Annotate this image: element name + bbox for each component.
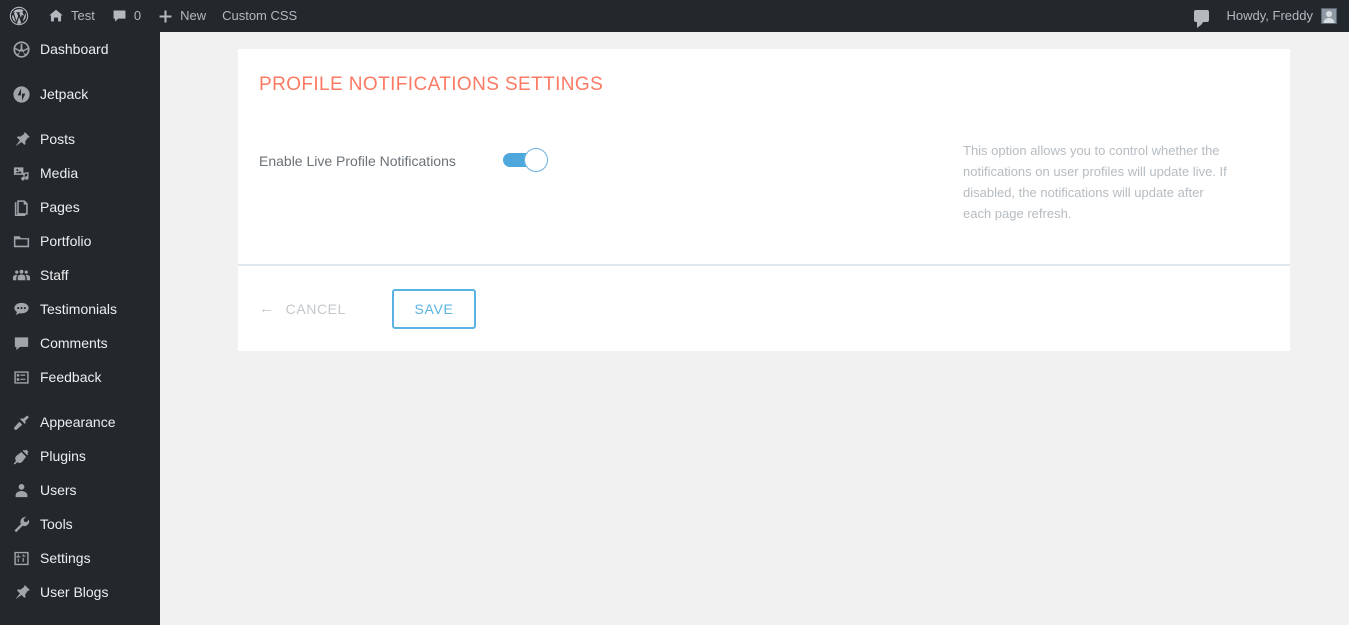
staff-group-icon	[11, 265, 31, 285]
sidebar-item-feedback[interactable]: Feedback	[0, 360, 160, 394]
sidebar-item-pages[interactable]: Pages	[0, 190, 160, 224]
sidebar-item-testimonials[interactable]: Testimonials	[0, 292, 160, 326]
comment-bubble-icon	[1193, 10, 1209, 28]
sidebar-item-label: Jetpack	[40, 86, 89, 102]
comment-bubble-icon	[111, 8, 128, 25]
sidebar-separator	[0, 394, 160, 405]
comments-count-label: 0	[133, 8, 142, 23]
setting-control-cell	[503, 128, 963, 172]
admin-bar: Test 0 New Custom CSS Howdy, Freddy	[0, 0, 1349, 32]
sidebar-item-users[interactable]: Users	[0, 473, 160, 507]
save-button[interactable]: SAVE	[392, 288, 477, 329]
wordpress-logo-button[interactable]	[0, 0, 39, 32]
sidebar-item-label: Users	[40, 482, 77, 498]
dashboard-gauge-icon	[11, 39, 31, 59]
pushpin-icon	[11, 582, 31, 602]
admin-sidebar-menu: Dashboard Jetpack Posts Media Pages Port…	[0, 32, 160, 625]
sidebar-item-label: Testimonials	[40, 301, 118, 317]
sidebar-item-portfolio[interactable]: Portfolio	[0, 224, 160, 258]
settings-options-section: Enable Live Profile Notifications This o…	[238, 96, 1290, 266]
account-menu-button[interactable]: Howdy, Freddy	[1219, 0, 1349, 32]
pushpin-icon	[11, 129, 31, 149]
sidebar-item-label: Posts	[40, 131, 76, 147]
new-content-button[interactable]: New	[149, 0, 214, 32]
comment-bubble-icon	[11, 333, 31, 353]
testimonial-quote-bubble-icon	[11, 299, 31, 319]
sidebar-item-staff[interactable]: Staff	[0, 258, 160, 292]
sidebar-item-label: Comments	[40, 335, 108, 351]
page-title: PROFILE NOTIFICATIONS SETTINGS	[259, 74, 604, 95]
setting-label: Enable Live Profile Notifications	[259, 153, 456, 169]
sidebar-separator	[0, 111, 160, 122]
arrow-left-icon: ←	[259, 300, 275, 317]
sidebar-item-label: Plugins	[40, 448, 86, 464]
sidebar-item-label: Settings	[40, 550, 91, 566]
custom-css-label: Custom CSS	[222, 8, 298, 23]
appearance-brush-icon	[11, 412, 31, 432]
users-person-icon	[11, 480, 31, 500]
sidebar-item-media[interactable]: Media	[0, 156, 160, 190]
tools-wrench-icon	[11, 514, 31, 534]
sidebar-item-jetpack[interactable]: Jetpack	[0, 77, 160, 111]
sidebar-item-user-blogs[interactable]: User Blogs	[0, 575, 160, 609]
plugins-plug-icon	[11, 446, 31, 466]
sidebar-item-plugins[interactable]: Plugins	[0, 439, 160, 473]
pages-icon	[11, 197, 31, 217]
notifications-button[interactable]	[1184, 0, 1219, 32]
sidebar-item-appearance[interactable]: Appearance	[0, 405, 160, 439]
new-content-label: New	[180, 8, 207, 23]
sidebar-item-label: Pages	[40, 199, 80, 215]
site-name-button[interactable]: Test	[39, 0, 103, 32]
settings-actions-section: ← CANCEL SAVE	[238, 266, 1290, 351]
sidebar-item-dashboard[interactable]: Dashboard	[0, 32, 160, 66]
cancel-button[interactable]: ← CANCEL	[259, 297, 346, 321]
custom-css-button[interactable]: Custom CSS	[214, 0, 305, 32]
sidebar-separator	[0, 66, 160, 77]
sidebar-item-posts[interactable]: Posts	[0, 122, 160, 156]
sidebar-item-label: Portfolio	[40, 233, 92, 249]
sidebar-item-tools[interactable]: Tools	[0, 507, 160, 541]
howdy-label: Howdy, Freddy	[1226, 8, 1313, 23]
save-button-label: SAVE	[414, 300, 454, 317]
site-name-label: Test	[71, 8, 95, 23]
sidebar-item-label: Staff	[40, 267, 69, 283]
plus-icon	[157, 8, 174, 25]
profile-notifications-settings-panel: PROFILE NOTIFICATIONS SETTINGS Enable Li…	[238, 49, 1290, 351]
cancel-button-label: CANCEL	[285, 300, 347, 317]
sidebar-item-label: Tools	[40, 516, 73, 532]
main-content-area: PROFILE NOTIFICATIONS SETTINGS Enable Li…	[160, 32, 1349, 625]
admin-bar-right-group: Howdy, Freddy	[1184, 0, 1349, 32]
sidebar-item-label: Media	[40, 165, 79, 181]
sidebar-item-label: Dashboard	[40, 41, 109, 57]
jetpack-icon	[11, 84, 31, 104]
sidebar-item-label: User Blogs	[40, 584, 109, 600]
portfolio-folder-icon	[11, 231, 31, 251]
settings-sliders-icon	[11, 548, 31, 568]
sidebar-item-label: Feedback	[40, 369, 102, 385]
media-photo-music-icon	[11, 163, 31, 183]
enable-live-profile-notifications-toggle[interactable]	[503, 148, 548, 172]
comments-count-button[interactable]: 0	[103, 0, 149, 32]
home-icon	[47, 7, 65, 25]
wordpress-logo-icon	[9, 6, 29, 26]
setting-row-enable-live-profile-notifications: Enable Live Profile Notifications This o…	[238, 128, 1290, 224]
sidebar-item-settings[interactable]: Settings	[0, 541, 160, 575]
feedback-form-icon	[11, 367, 31, 387]
toggle-knob	[524, 148, 548, 172]
sidebar-item-label: Appearance	[40, 414, 116, 430]
avatar	[1321, 8, 1337, 24]
setting-description: This option allows you to control whethe…	[963, 143, 1227, 221]
sidebar-item-comments[interactable]: Comments	[0, 326, 160, 360]
